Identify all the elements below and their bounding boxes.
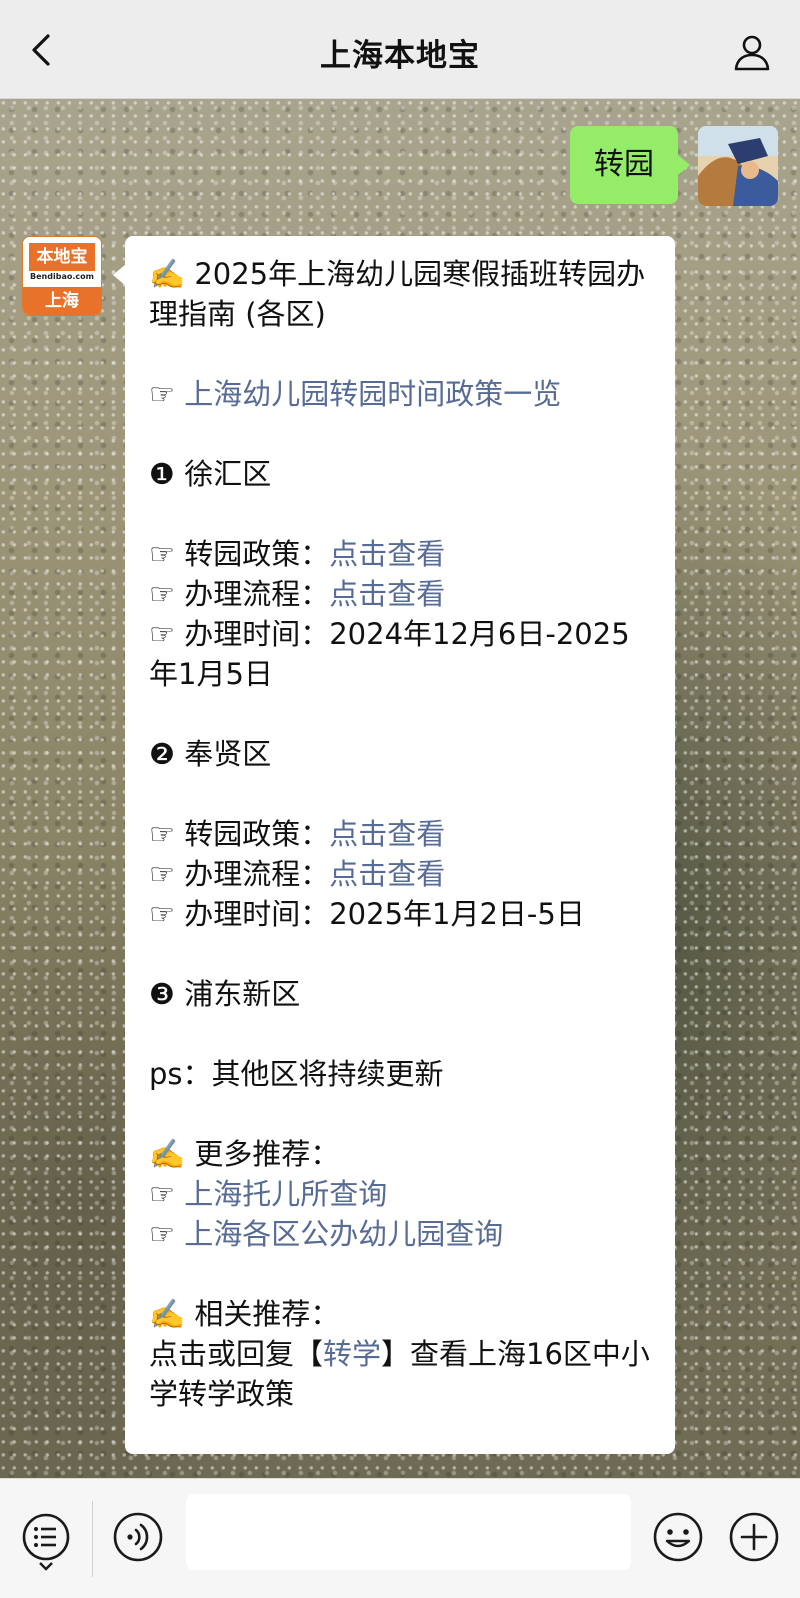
- logo-brand-url: Bendibao.com: [30, 272, 94, 281]
- message-input[interactable]: [186, 1494, 631, 1570]
- logo-city: 上海: [23, 287, 101, 315]
- ps-note: ps：其他区将持续更新: [149, 1057, 444, 1091]
- navbar: 上海本地宝: [0, 0, 800, 99]
- plus-icon: [729, 1512, 779, 1562]
- related-recommendations-heading: ✍️ 相关推荐：: [149, 1297, 340, 1331]
- recommendation-line: ☞ 上海托儿所查询: [149, 1174, 651, 1214]
- page-title: 上海本地宝: [320, 38, 480, 74]
- account-avatar[interactable]: 本地宝 Bendibao.com 上海: [22, 236, 102, 316]
- district-heading: ❷ 奉贤区: [149, 737, 272, 771]
- voice-button[interactable]: [112, 1511, 164, 1563]
- input-bar-divider: [92, 1501, 93, 1577]
- process-line: ☞ 办理流程：点击查看: [149, 577, 446, 611]
- chat-area[interactable]: 转园 本地宝 Bendibao.com 上海 ✍️ 2025年上海幼儿园寒假插班…: [0, 99, 800, 1478]
- public-kindergarten-query-link[interactable]: 上海各区公办幼儿园查询: [184, 1217, 503, 1251]
- transfer-policy-line: ☞ 转园政策：点击查看: [149, 817, 446, 851]
- emoji-button[interactable]: [652, 1511, 704, 1563]
- district-heading: ❸ 浦东新区: [149, 977, 301, 1011]
- pointing-hand-icon: ☞: [149, 1217, 185, 1251]
- person-icon: [734, 35, 770, 71]
- message-title: ✍️ 2025年上海幼儿园寒假插班转园办理指南 (各区): [149, 257, 646, 331]
- user-avatar-image: [698, 126, 778, 206]
- district-heading: ❶ 徐汇区: [149, 457, 272, 491]
- transfer-policy-link[interactable]: 点击查看: [329, 537, 445, 571]
- time-line: ☞ 办理时间：2025年1月2日-5日: [149, 897, 585, 931]
- outgoing-message-bubble[interactable]: 转园: [570, 126, 690, 204]
- process-line: ☞ 办理流程：点击查看: [149, 857, 446, 891]
- time-line: ☞ 办理时间：2024年12月6日-2025年1月5日: [149, 617, 630, 691]
- transfer-policy-link[interactable]: 点击查看: [329, 817, 445, 851]
- more-recommendations-heading: ✍️ 更多推荐：: [149, 1137, 340, 1171]
- related-text: 点击或回复【转学】查看上海16区中小学转学政策: [149, 1337, 650, 1411]
- input-bar: [0, 1478, 800, 1598]
- policy-overview-link[interactable]: 上海幼儿园转园时间政策一览: [184, 377, 561, 411]
- process-link[interactable]: 点击查看: [329, 857, 445, 891]
- policy-overview-line: ☞ 上海幼儿园转园时间政策一览: [149, 374, 651, 414]
- profile-button[interactable]: [732, 32, 772, 72]
- menu-button[interactable]: [20, 1511, 72, 1571]
- transfer-school-keyword-link[interactable]: 转学: [323, 1337, 381, 1371]
- transfer-policy-line: ☞ 转园政策：点击查看: [149, 537, 446, 571]
- logo-brand-name: 本地宝: [29, 243, 95, 271]
- emoji-icon: [653, 1512, 703, 1562]
- recommendation-line: ☞ 上海各区公办幼儿园查询: [149, 1214, 651, 1254]
- incoming-message-bubble: ✍️ 2025年上海幼儿园寒假插班转园办理指南 (各区) ☞ 上海幼儿园转园时间…: [113, 236, 675, 1454]
- pointing-hand-icon: ☞: [149, 1177, 185, 1211]
- voice-icon: [113, 1512, 163, 1562]
- user-avatar[interactable]: [698, 126, 778, 206]
- writing-hand-icon: ✍️: [149, 257, 195, 291]
- nursery-query-link[interactable]: 上海托儿所查询: [184, 1177, 387, 1211]
- add-button[interactable]: [728, 1511, 780, 1563]
- menu-list-icon: [22, 1513, 70, 1571]
- pointing-hand-icon: ☞: [149, 377, 185, 411]
- time-value: 2025年1月2日-5日: [329, 897, 585, 931]
- process-link[interactable]: 点击查看: [329, 577, 445, 611]
